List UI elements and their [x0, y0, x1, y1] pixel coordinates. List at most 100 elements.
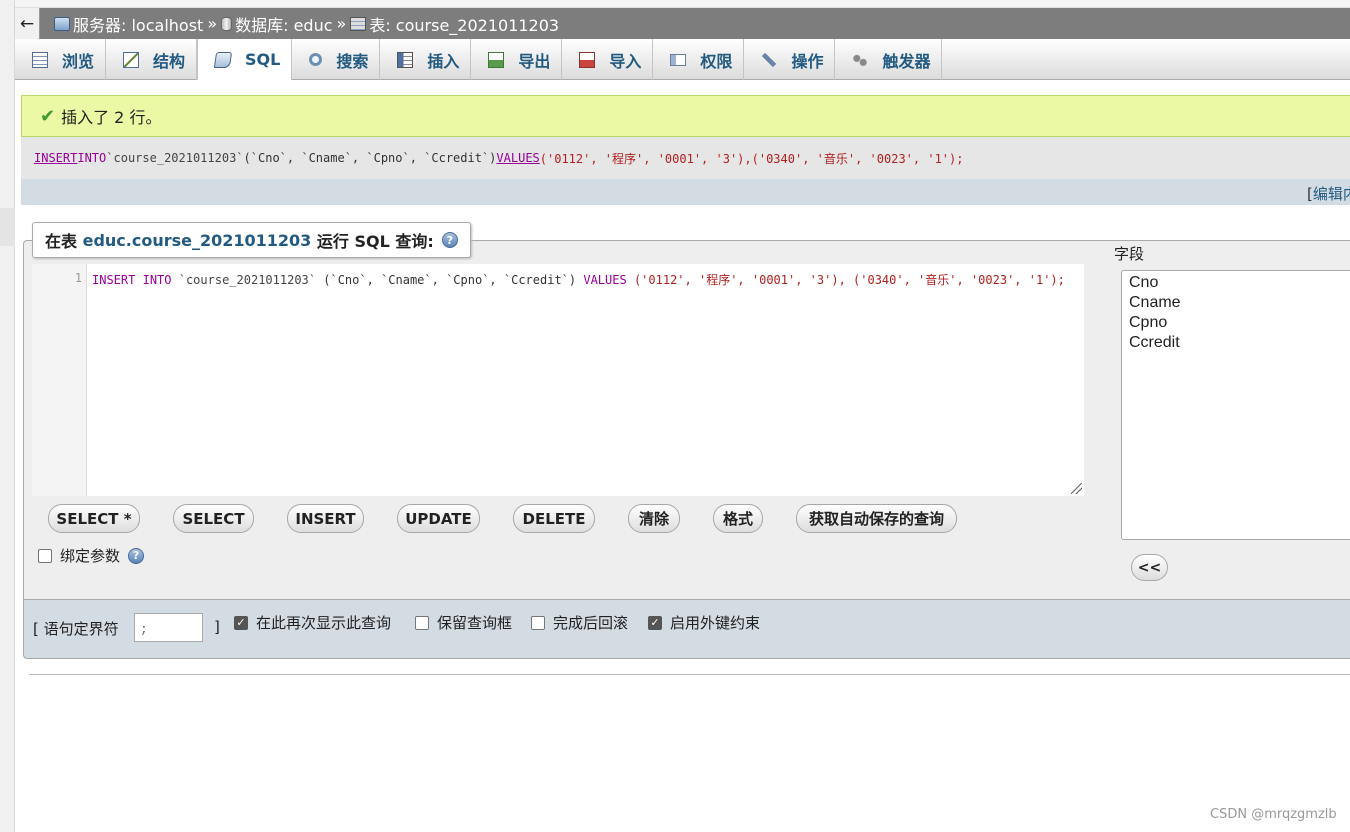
- query-button-row: SELECT * SELECT INSERT UPDATE DELETE 清除 …: [48, 504, 957, 533]
- editor-resize-handle[interactable]: [1071, 483, 1082, 494]
- export-icon: [488, 51, 505, 68]
- rollback-option[interactable]: 完成后回滚: [531, 612, 628, 633]
- help-icon[interactable]: ?: [128, 547, 145, 564]
- show-query-again-option[interactable]: ✓ 在此再次显示此查询: [234, 612, 391, 633]
- retain-query-box-label: 保留查询框: [437, 614, 513, 632]
- code-values-row: ('0340', '音乐', '0023', '1');: [853, 273, 1065, 287]
- clear-button[interactable]: 清除: [628, 504, 680, 533]
- tab-bar: 浏览 结构 SQL 搜索 插入 导出 导入 权限 操作 触发器: [15, 39, 1350, 80]
- success-message: ✔ 插入了 2 行。: [21, 95, 1350, 137]
- tab-label: 导出: [518, 51, 551, 71]
- foreign-key-checks-option[interactable]: ✓ 启用外键约束: [648, 612, 760, 633]
- field-option[interactable]: Cname: [1129, 294, 1343, 314]
- tab-triggers[interactable]: 触发器: [835, 39, 943, 80]
- database-icon: [221, 16, 233, 31]
- divider: [29, 674, 1350, 675]
- tab-insert[interactable]: 插入: [380, 39, 472, 80]
- retain-query-box-option[interactable]: 保留查询框: [415, 612, 512, 633]
- tab-export[interactable]: 导出: [471, 39, 563, 80]
- sql-keyword-link[interactable]: VALUES: [496, 151, 539, 165]
- query-legend: 在表 educ.course_2021011203 运行 SQL 查询: ?: [32, 222, 471, 258]
- privileges-icon: [670, 53, 687, 66]
- tab-label: 操作: [791, 51, 824, 71]
- sql-editor[interactable]: 1 INSERT INTO `course_2021011203` (`Cno`…: [32, 264, 1084, 496]
- import-icon: [579, 51, 596, 68]
- fields-listbox[interactable]: Cno Cname Cpno Ccredit: [1121, 270, 1350, 540]
- field-option[interactable]: Ccredit: [1129, 334, 1343, 354]
- code-line[interactable]: INSERT INTO `course_2021011203` (`Cno`, …: [92, 271, 1065, 288]
- select-button[interactable]: SELECT: [173, 504, 254, 533]
- breadcrumb-separator: »: [207, 14, 218, 33]
- breadcrumb-database-label: 数据库: educ: [235, 15, 333, 35]
- foreign-key-checks-label: 启用外键约束: [670, 614, 761, 632]
- bind-parameters-label: 绑定参数: [60, 547, 121, 565]
- breadcrumb-table-label: 表: course_2021011203: [369, 15, 560, 35]
- browser-left-edge: [0, 0, 15, 832]
- field-option[interactable]: Cno: [1129, 274, 1343, 294]
- sql-keyword: INTO: [77, 151, 107, 165]
- delete-button[interactable]: DELETE: [513, 504, 595, 533]
- format-button[interactable]: 格式: [713, 504, 763, 533]
- back-button[interactable]: ←: [15, 8, 40, 39]
- sql-icon: [213, 51, 233, 68]
- sql-values-row: ('0112', '程序', '0001', '3'),: [539, 151, 752, 166]
- sql-table-identifier: `course_2021011203`: [106, 151, 244, 165]
- breadcrumb-database[interactable]: 数据库: educ: [221, 12, 333, 36]
- get-autosaved-query-button[interactable]: 获取自动保存的查询: [796, 504, 957, 533]
- triggers-icon: [852, 51, 869, 68]
- tab-label: 触发器: [882, 51, 931, 71]
- rollback-checkbox[interactable]: [531, 615, 545, 630]
- edit-inline-control: [编辑内: [1307, 183, 1350, 204]
- tab-operations[interactable]: 操作: [744, 39, 836, 80]
- line-number-gutter: 1: [32, 264, 87, 496]
- search-icon: [309, 53, 323, 66]
- code-keyword: INSERT: [92, 273, 136, 287]
- legend-prefix: 在表: [45, 232, 78, 251]
- tab-label: 搜索: [336, 51, 369, 71]
- watermark: CSDN @mrqzgmzlb: [1210, 807, 1337, 822]
- foreign-key-checks-checkbox[interactable]: ✓: [648, 615, 662, 630]
- code-keyword: VALUES: [583, 273, 627, 287]
- field-option[interactable]: Cpno: [1129, 314, 1343, 334]
- top-strip: [15, 0, 1350, 8]
- help-icon[interactable]: ?: [441, 232, 458, 248]
- retain-query-box-checkbox[interactable]: [415, 615, 429, 630]
- tab-label: 权限: [700, 51, 733, 71]
- legend-table-name: educ.course_2021011203: [82, 230, 312, 250]
- delimiter-label: [ 语句定界符: [33, 620, 119, 638]
- rollback-label: 完成后回滚: [553, 614, 629, 632]
- tab-structure[interactable]: 结构: [106, 39, 198, 80]
- check-icon: ✔: [40, 105, 56, 127]
- edit-inline-link[interactable]: 编辑内: [1313, 185, 1350, 203]
- tab-import[interactable]: 导入: [562, 39, 654, 80]
- show-query-again-checkbox[interactable]: ✓: [234, 615, 248, 630]
- sql-keyword-link[interactable]: INSERT: [34, 151, 77, 165]
- operations-icon: [761, 51, 778, 68]
- select-star-button[interactable]: SELECT *: [48, 504, 140, 533]
- tab-search[interactable]: 搜索: [292, 39, 381, 80]
- sql-column-list: (`Cno`, `Cname`, `Cpno`, `Ccredit`): [243, 151, 497, 165]
- breadcrumb-server[interactable]: 服务器: localhost: [40, 12, 203, 36]
- breadcrumb-separator: »: [336, 14, 347, 33]
- insert-button[interactable]: INSERT: [287, 504, 364, 533]
- bind-parameters-checkbox[interactable]: [38, 548, 52, 563]
- tab-sql[interactable]: SQL: [197, 39, 293, 80]
- tab-label: 插入: [427, 51, 460, 71]
- structure-icon: [123, 51, 140, 68]
- breadcrumb-table[interactable]: 表: course_2021011203: [350, 12, 559, 36]
- delimiter-bracket: ]: [214, 618, 220, 636]
- insert-column-button[interactable]: <<: [1131, 554, 1168, 581]
- tab-privileges[interactable]: 权限: [653, 39, 745, 80]
- server-icon: [54, 16, 70, 31]
- legend-suffix: 运行 SQL 查询:: [316, 232, 434, 251]
- code-table-identifier: `course_2021011203`: [178, 273, 317, 287]
- insert-icon: [397, 51, 414, 68]
- tab-label: 导入: [609, 51, 642, 71]
- delimiter-input[interactable]: ;: [134, 613, 203, 642]
- update-button[interactable]: UPDATE: [397, 504, 480, 533]
- tab-label: 浏览: [62, 51, 95, 71]
- code-values-row: ('0112', '程序', '0001', '3'),: [633, 273, 846, 287]
- bind-parameters-option[interactable]: 绑定参数 ?: [38, 545, 145, 566]
- tab-browse[interactable]: 浏览: [15, 39, 107, 80]
- executed-sql: INSERT INTO `course_2021011203` (`Cno`, …: [21, 137, 1350, 179]
